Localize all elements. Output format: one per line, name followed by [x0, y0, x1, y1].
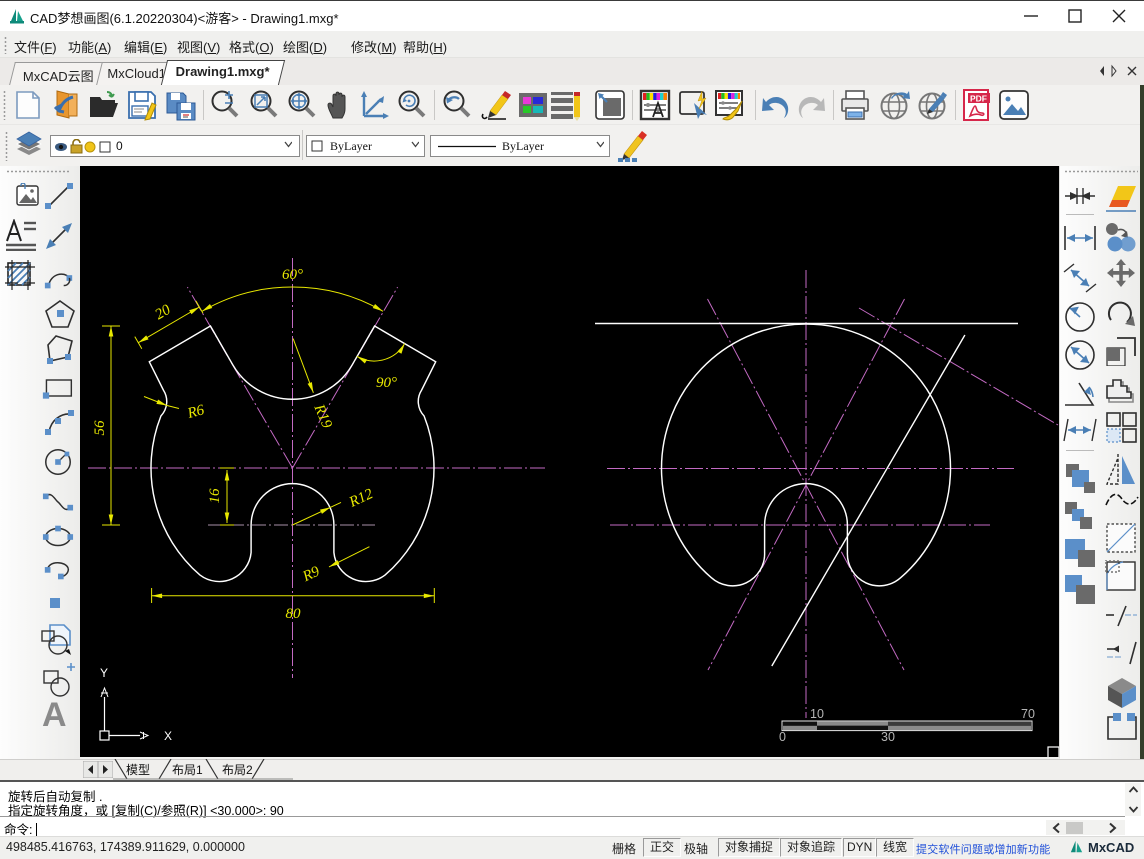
svg-text:60°: 60°	[282, 267, 303, 283]
svg-text:16: 16	[207, 488, 223, 504]
svg-text:X: X	[164, 729, 172, 743]
svg-text:80: 80	[286, 606, 302, 622]
svg-text:30: 30	[881, 730, 895, 744]
svg-text:PDF: PDF	[970, 94, 987, 104]
svg-text:R19: R19	[310, 401, 335, 431]
svg-text:20: 20	[152, 302, 173, 324]
svg-text:R12: R12	[346, 486, 376, 511]
svg-text:56: 56	[92, 420, 108, 436]
svg-text:0: 0	[779, 730, 786, 744]
svg-text:R9: R9	[299, 563, 322, 585]
svg-text:Y: Y	[100, 666, 108, 680]
svg-text:10: 10	[810, 707, 824, 721]
svg-text:90°: 90°	[376, 375, 397, 391]
svg-text:R6: R6	[185, 402, 207, 422]
svg-text:70: 70	[1021, 707, 1035, 721]
